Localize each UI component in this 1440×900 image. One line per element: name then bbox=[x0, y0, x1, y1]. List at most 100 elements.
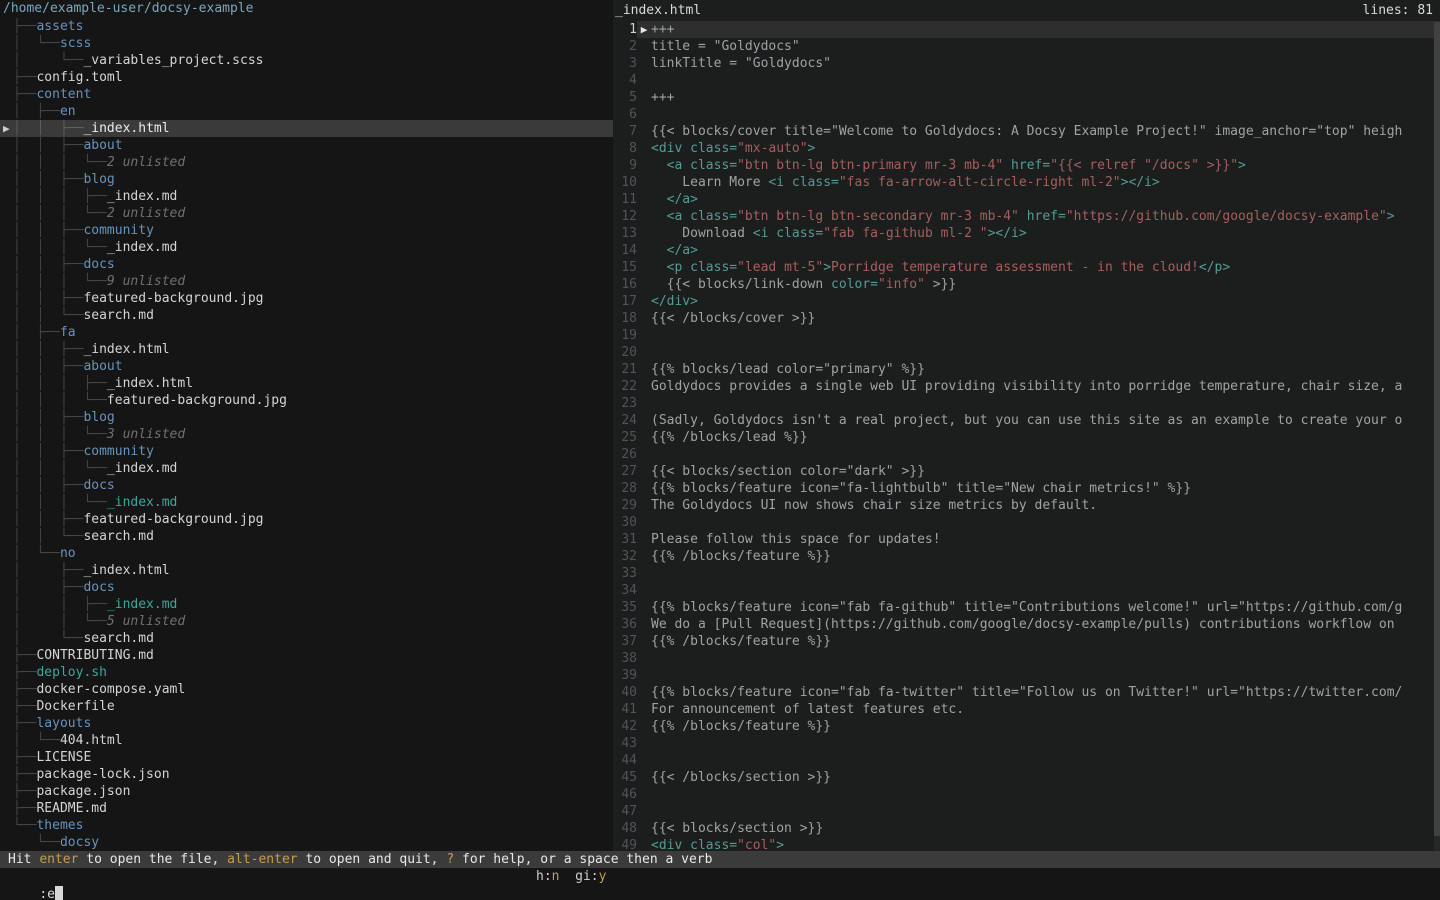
code-cursor-slot bbox=[637, 616, 651, 633]
tree-branch-lines: └── bbox=[13, 835, 60, 850]
tree-row-directory[interactable]: └──docsy bbox=[0, 834, 613, 851]
line-number: 35 bbox=[613, 599, 637, 616]
tree-row-file[interactable]: │ └──search.md bbox=[0, 630, 613, 647]
code-line: 14 </a> bbox=[613, 242, 1440, 259]
tree-row-file[interactable]: │ │ └──5 unlisted bbox=[0, 613, 613, 630]
code-cursor-slot bbox=[637, 582, 651, 599]
tree-row-file[interactable]: │ │ │ └──_index.md bbox=[0, 460, 613, 477]
code-line: 32{{% /blocks/feature %}} bbox=[613, 548, 1440, 565]
tree-row-directory[interactable]: │ ├──en bbox=[0, 103, 613, 120]
code-text: title = "Goldydocs" bbox=[651, 38, 800, 55]
scrollbar-thumb[interactable] bbox=[1434, 22, 1440, 836]
tree-row-file[interactable]: │ │ │ └──_index.md bbox=[0, 494, 613, 511]
tree-row-file[interactable]: ├──Dockerfile bbox=[0, 698, 613, 715]
tree-entry-label: no bbox=[60, 546, 76, 561]
tree-row-directory[interactable]: ├──assets bbox=[0, 18, 613, 35]
tree-row-directory[interactable]: │ │ ├──about bbox=[0, 358, 613, 375]
tree-entry-label: _variables_project.scss bbox=[83, 53, 263, 68]
tree-row-file[interactable]: ├──LICENSE bbox=[0, 749, 613, 766]
tree-row-file[interactable]: │ │ │ └──2 unlisted bbox=[0, 205, 613, 222]
tree-row-file[interactable]: ▶│ │ ├──_index.html bbox=[0, 120, 613, 137]
code-text: Goldydocs provides a single web UI provi… bbox=[651, 378, 1402, 395]
tree-row-file[interactable]: ├──package-lock.json bbox=[0, 766, 613, 783]
line-number: 33 bbox=[613, 565, 637, 582]
selection-cursor-icon: ▶ bbox=[3, 120, 10, 137]
code-cursor-slot bbox=[637, 276, 651, 293]
tree-entry-label: docker-compose.yaml bbox=[36, 682, 185, 697]
tree-row-file[interactable]: │ │ ├──featured-background.jpg bbox=[0, 511, 613, 528]
tree-row-directory[interactable]: └──themes bbox=[0, 817, 613, 834]
tree-row-file[interactable]: │ │ │ └──featured-background.jpg bbox=[0, 392, 613, 409]
tree-row-directory[interactable]: │ ├──docs bbox=[0, 579, 613, 596]
tree-row-directory[interactable]: │ └──scss bbox=[0, 35, 613, 52]
line-number: 16 bbox=[613, 276, 637, 293]
tree-branch-lines: │ │ ├── bbox=[13, 223, 83, 238]
tree-row-directory[interactable]: │ │ ├──community bbox=[0, 443, 613, 460]
tree-row-file[interactable]: ├──config.toml bbox=[0, 69, 613, 86]
tree-row-file[interactable]: ├──deploy.sh bbox=[0, 664, 613, 681]
tree-row-file[interactable]: ├──docker-compose.yaml bbox=[0, 681, 613, 698]
tree-row-file[interactable]: │ └──404.html bbox=[0, 732, 613, 749]
preview-scrollbar[interactable] bbox=[1434, 22, 1440, 851]
code-cursor-slot bbox=[637, 140, 651, 157]
tree-row-file[interactable]: │ │ │ └──3 unlisted bbox=[0, 426, 613, 443]
code-cursor-slot bbox=[637, 701, 651, 718]
code-line: 11 </a> bbox=[613, 191, 1440, 208]
tree-row-file[interactable]: │ │ ├──featured-background.jpg bbox=[0, 290, 613, 307]
tree-row-file[interactable]: ├──package.json bbox=[0, 783, 613, 800]
tree-branch-lines: │ │ ├── bbox=[13, 138, 83, 153]
tree-row-directory[interactable]: │ │ ├──docs bbox=[0, 256, 613, 273]
tree-row-file[interactable]: │ │ └──search.md bbox=[0, 528, 613, 545]
tree-row-directory[interactable]: │ │ ├──blog bbox=[0, 409, 613, 426]
tree-row-file[interactable]: ├──README.md bbox=[0, 800, 613, 817]
hint-label: h: bbox=[536, 869, 552, 884]
tree-row-file[interactable]: │ │ │ ├──_index.md bbox=[0, 188, 613, 205]
tree-entry-label: _index.md bbox=[107, 461, 177, 476]
preview-header: _index.html lines: 81 bbox=[613, 0, 1440, 21]
code-text: +++ bbox=[651, 21, 674, 38]
tree-row-file[interactable]: │ └──_variables_project.scss bbox=[0, 52, 613, 69]
tree-row-file[interactable]: │ ├──_index.html bbox=[0, 562, 613, 579]
tree-row-directory[interactable]: │ │ ├──docs bbox=[0, 477, 613, 494]
tree-branch-lines: ├── bbox=[13, 767, 36, 782]
line-number: 43 bbox=[613, 735, 637, 752]
text-cursor bbox=[55, 886, 63, 900]
command-input[interactable]: :e bbox=[31, 887, 63, 900]
code-line: 13 Download <i class="fab fa-github ml-2… bbox=[613, 225, 1440, 242]
key-highlight: ? bbox=[446, 852, 454, 867]
tree-row-file[interactable]: │ │ ├──_index.md bbox=[0, 596, 613, 613]
file-tree: ├──assets│ └──scss│ └──_variables_projec… bbox=[0, 18, 613, 851]
code-line: 46 bbox=[613, 786, 1440, 803]
line-number: 19 bbox=[613, 327, 637, 344]
root-path: /home/example-user/docsy-example bbox=[0, 0, 613, 18]
line-number: 40 bbox=[613, 684, 637, 701]
tree-row-directory[interactable]: │ │ ├──community bbox=[0, 222, 613, 239]
line-number: 1 bbox=[613, 21, 637, 38]
tree-row-file[interactable]: │ │ │ └──_index.md bbox=[0, 239, 613, 256]
line-number: 6 bbox=[613, 106, 637, 123]
tree-row-directory[interactable]: │ ├──fa bbox=[0, 324, 613, 341]
tree-branch-lines: │ │ │ └── bbox=[13, 155, 107, 170]
broot-terminal: /home/example-user/docsy-example ├──asse… bbox=[0, 0, 1440, 900]
tree-row-directory[interactable]: │ └──no bbox=[0, 545, 613, 562]
tree-branch-lines: ├── bbox=[13, 665, 36, 680]
tree-row-directory[interactable]: │ │ ├──about bbox=[0, 137, 613, 154]
code-text: +++ bbox=[651, 89, 674, 106]
tree-row-directory[interactable]: │ │ ├──blog bbox=[0, 171, 613, 188]
code-line: 20 bbox=[613, 344, 1440, 361]
tree-entry-label: about bbox=[83, 359, 122, 374]
tree-entry-label: _index.html bbox=[107, 376, 193, 391]
code-cursor-slot bbox=[637, 803, 651, 820]
tree-row-directory[interactable]: ├──layouts bbox=[0, 715, 613, 732]
code-cursor-slot bbox=[637, 378, 651, 395]
tree-row-file[interactable]: ├──CONTRIBUTING.md bbox=[0, 647, 613, 664]
tree-row-file[interactable]: │ │ ├──_index.html bbox=[0, 341, 613, 358]
tree-branch-lines: │ │ └── bbox=[13, 308, 83, 323]
tree-row-directory[interactable]: ├──content bbox=[0, 86, 613, 103]
tree-row-file[interactable]: │ │ │ └──2 unlisted bbox=[0, 154, 613, 171]
tree-row-file[interactable]: │ │ │ ├──_index.html bbox=[0, 375, 613, 392]
tree-row-file[interactable]: │ │ │ └──9 unlisted bbox=[0, 273, 613, 290]
code-cursor-slot bbox=[637, 293, 651, 310]
code-text: {{% blocks/lead color="primary" %}} bbox=[651, 361, 925, 378]
tree-row-file[interactable]: │ │ └──search.md bbox=[0, 307, 613, 324]
